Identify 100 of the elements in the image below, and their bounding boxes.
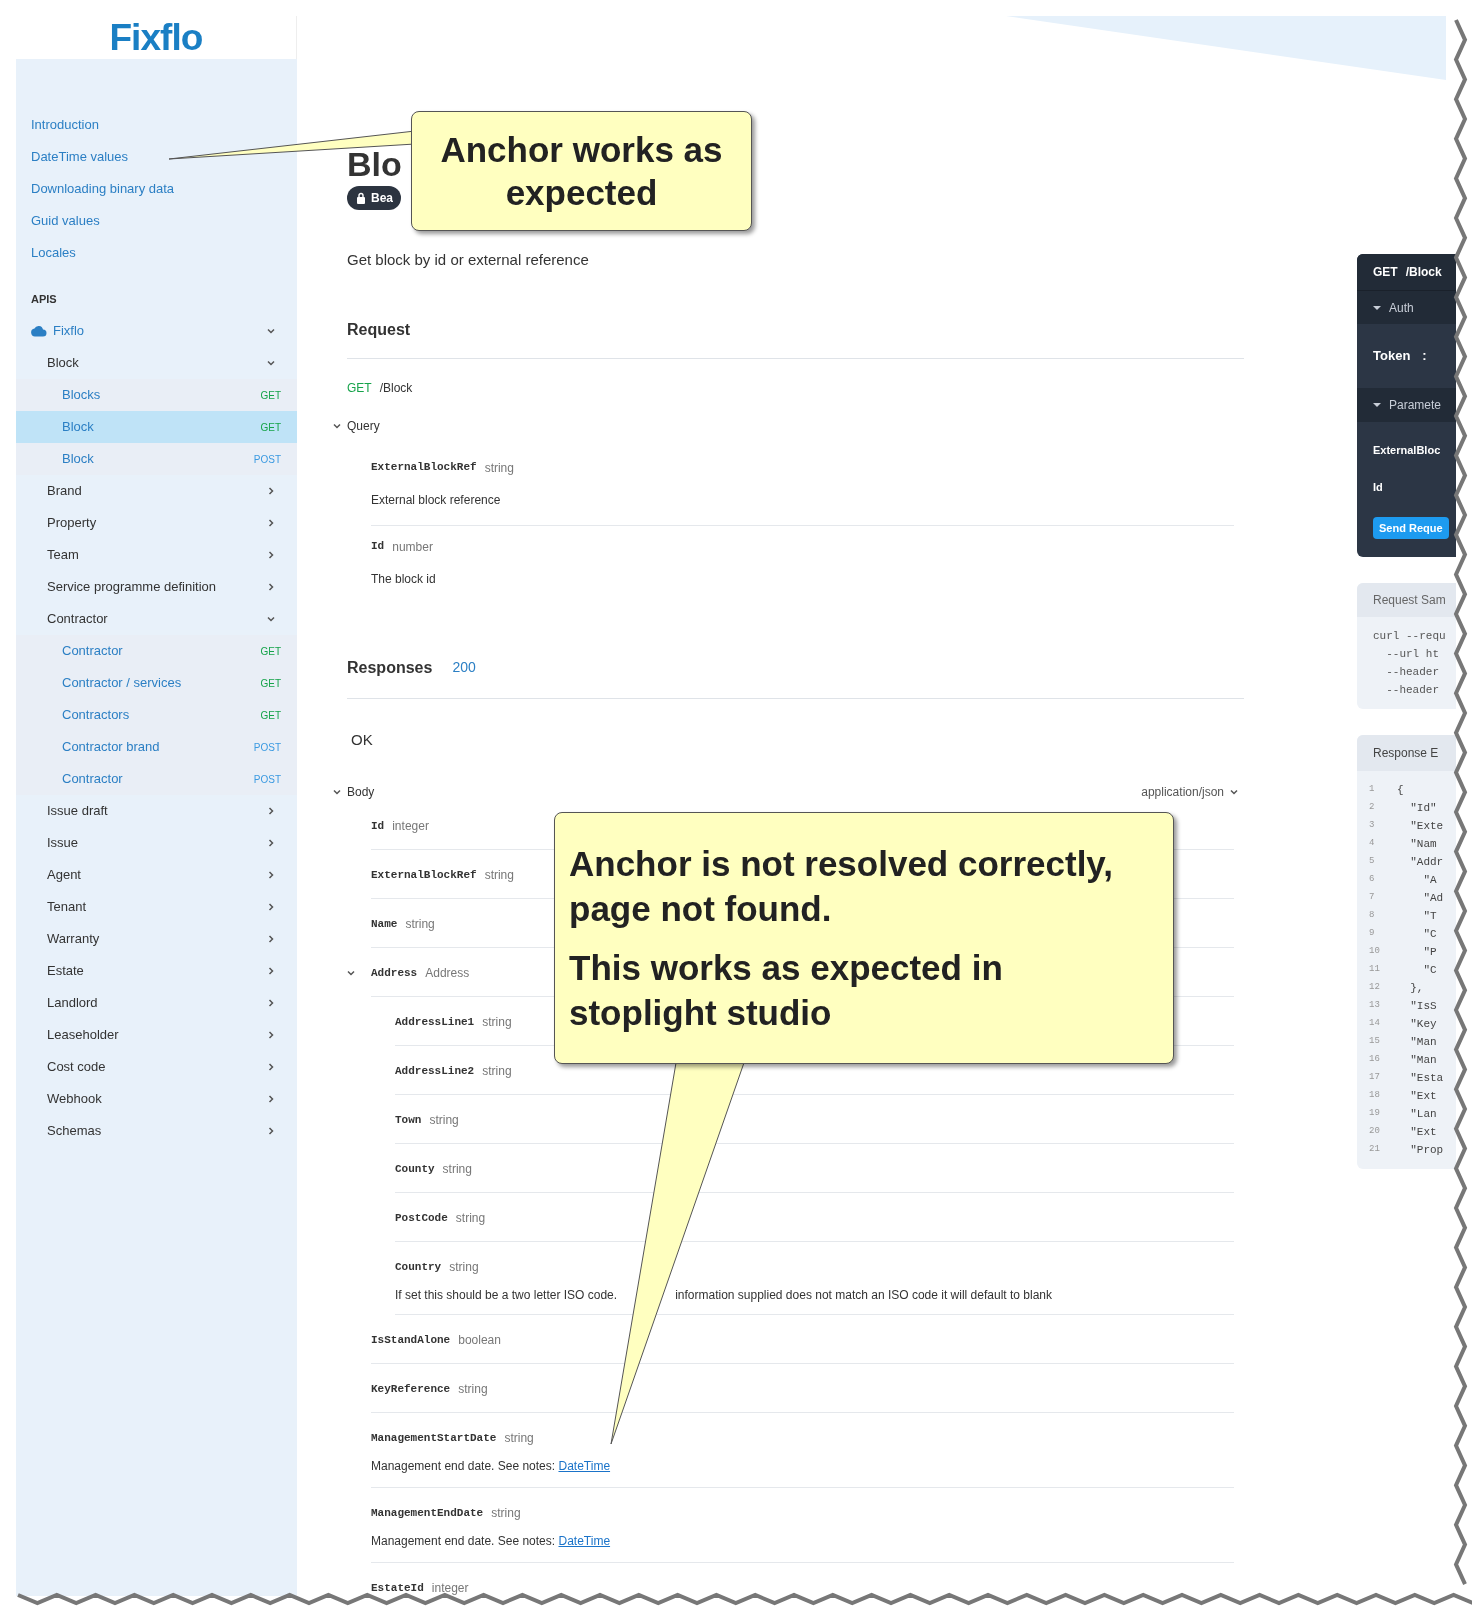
code-line: "Man	[1409, 1052, 1437, 1068]
sidebar-group-item[interactable]: Fixflo	[16, 315, 297, 347]
field-type: string	[442, 1161, 472, 1178]
sidebar-group-item[interactable]: Block	[16, 347, 297, 379]
param-label: Id	[1373, 479, 1384, 495]
sidebar-endpoint-item[interactable]: Contractor POST	[16, 763, 297, 795]
sidebar-section-title: APIS	[30, 291, 58, 307]
sidebar-endpoint-item[interactable]: Blocks GET	[16, 379, 297, 411]
line-number: 7	[1369, 891, 1376, 905]
code-line: "IsS	[1409, 998, 1437, 1014]
param-description: External block reference	[371, 491, 502, 509]
sidebar-item-label: Cost code	[47, 1058, 106, 1077]
sidebar-endpoint-item[interactable]: Contractor brand POST	[16, 731, 297, 763]
sidebar-item-label: Leaseholder	[47, 1026, 119, 1045]
code-line: --url ht	[1385, 647, 1440, 661]
line-number: 1	[1369, 783, 1376, 797]
sidebar-group-item[interactable]: Tenant	[16, 891, 297, 923]
code-line: "Lan	[1409, 1106, 1437, 1122]
content-type-select[interactable]: application/json	[1141, 783, 1240, 801]
field-name: Country	[395, 1259, 442, 1275]
param-name: ExternalBlockRef	[371, 460, 477, 476]
endpoint-description: Get block by id or external reference	[347, 250, 590, 270]
sidebar-group-item[interactable]: Property	[16, 507, 297, 539]
field-description: If set this should be a two letter ISO code.	[395, 1287, 618, 1304]
field-description: Management end date. See notes: DateTime	[371, 1533, 612, 1550]
token-label: Token	[1373, 347, 1411, 366]
sidebar-group-item[interactable]: Contractor	[16, 603, 297, 635]
panel-title: Response E	[1357, 735, 1456, 771]
code-line: },	[1409, 980, 1424, 996]
sidebar-endpoint-item[interactable]: Contractors GET	[16, 699, 297, 731]
param-name: Id	[371, 539, 385, 555]
sidebar-item-label: Webhook	[47, 1090, 102, 1109]
code-line: "Exte	[1409, 818, 1444, 834]
query-toggle[interactable]: Query	[331, 416, 1244, 435]
line-number: 20	[1369, 1125, 1381, 1139]
line-number: 8	[1369, 909, 1376, 923]
sidebar-endpoint-item[interactable]: Block POST	[16, 443, 297, 475]
sidebar-group-item[interactable]: Cost code	[16, 1051, 297, 1083]
sidebar-group-item[interactable]: Service programme definition	[16, 571, 297, 603]
param-label: ExternalBloc	[1373, 443, 1442, 458]
field-name: AddressLine2	[395, 1063, 475, 1079]
field-type: string	[449, 1259, 479, 1276]
code-line: "Ext	[1409, 1124, 1437, 1140]
line-number: 16	[1369, 1053, 1381, 1067]
sidebar-endpoint-item[interactable]: Contractor / services GET	[16, 667, 297, 699]
sidebar-group-item[interactable]: Team	[16, 539, 297, 571]
http-method: GET	[1373, 264, 1398, 281]
sidebar-item-label: Property	[47, 514, 97, 533]
field-name: PostCode	[395, 1210, 448, 1226]
field-name: Town	[395, 1112, 422, 1128]
field-name: ExternalBlockRef	[371, 867, 477, 883]
auth-toggle[interactable]: Auth	[1357, 290, 1456, 324]
line-number: 5	[1369, 855, 1376, 869]
code-line: --header	[1385, 683, 1440, 697]
code-line: "Addr	[1409, 854, 1444, 870]
sidebar-link[interactable]: Introduction	[16, 109, 297, 141]
field-type: string	[455, 1210, 486, 1227]
line-number: 13	[1369, 999, 1381, 1013]
body-toggle[interactable]: Body	[331, 783, 375, 801]
sidebar-group-item[interactable]: Issue draft	[16, 795, 297, 827]
code-line: "Prop	[1409, 1142, 1444, 1158]
sidebar-group-item[interactable]: Estate	[16, 955, 297, 987]
line-number: 11	[1369, 963, 1381, 977]
datetime-link[interactable]: DateTime	[558, 1534, 611, 1548]
sidebar-group-item[interactable]: Brand	[16, 475, 297, 507]
field-name: Id	[371, 818, 385, 834]
sidebar-link[interactable]: Locales	[16, 237, 297, 269]
sidebar-group-item[interactable]: Schemas	[16, 1115, 297, 1147]
code-line: "T	[1422, 908, 1437, 924]
sidebar-group-item[interactable]: Agent	[16, 859, 297, 891]
line-number: 18	[1369, 1089, 1381, 1103]
param-description: The block id	[371, 570, 437, 588]
field-type: string	[458, 1381, 488, 1398]
line-number: 12	[1369, 981, 1381, 995]
datetime-link[interactable]: DateTime	[558, 1459, 611, 1473]
line-number: 19	[1369, 1107, 1381, 1121]
sidebar-endpoint-item[interactable]: Contractor GET	[16, 635, 297, 667]
sidebar-link[interactable]: Downloading binary data	[16, 173, 297, 205]
sidebar-group-item[interactable]: Issue	[16, 827, 297, 859]
response-status: OK	[351, 729, 374, 750]
endpoint-path: /Block	[1405, 264, 1442, 281]
page-title: Blo	[347, 144, 402, 185]
callout-text: Anchor is not resolved correctly, page not found.	[569, 843, 1114, 930]
line-number: 10	[1369, 945, 1381, 959]
sidebar-group-item[interactable]: Leaseholder	[16, 1019, 297, 1051]
sidebar-link[interactable]: Guid values	[16, 205, 297, 237]
sidebar-group-item[interactable]: Webhook	[16, 1083, 297, 1115]
caret-icon	[1373, 303, 1381, 312]
sidebar-group-item[interactable]: Warranty	[16, 923, 297, 955]
status-code-tab[interactable]: 200	[452, 657, 476, 678]
sidebar-group-item[interactable]: Landlord	[16, 987, 297, 1019]
sidebar-item-label: Brand	[47, 482, 82, 501]
panel-title: Request Sam	[1357, 583, 1456, 617]
param-type: number	[392, 538, 433, 556]
line-number: 21	[1369, 1143, 1381, 1157]
sidebar-item-label: Issue	[47, 834, 79, 853]
token-separator: :	[1422, 347, 1427, 366]
line-number: 4	[1369, 837, 1376, 851]
sidebar-link[interactable]: DateTime values	[16, 141, 297, 173]
parameters-toggle[interactable]: Paramete	[1357, 388, 1456, 422]
